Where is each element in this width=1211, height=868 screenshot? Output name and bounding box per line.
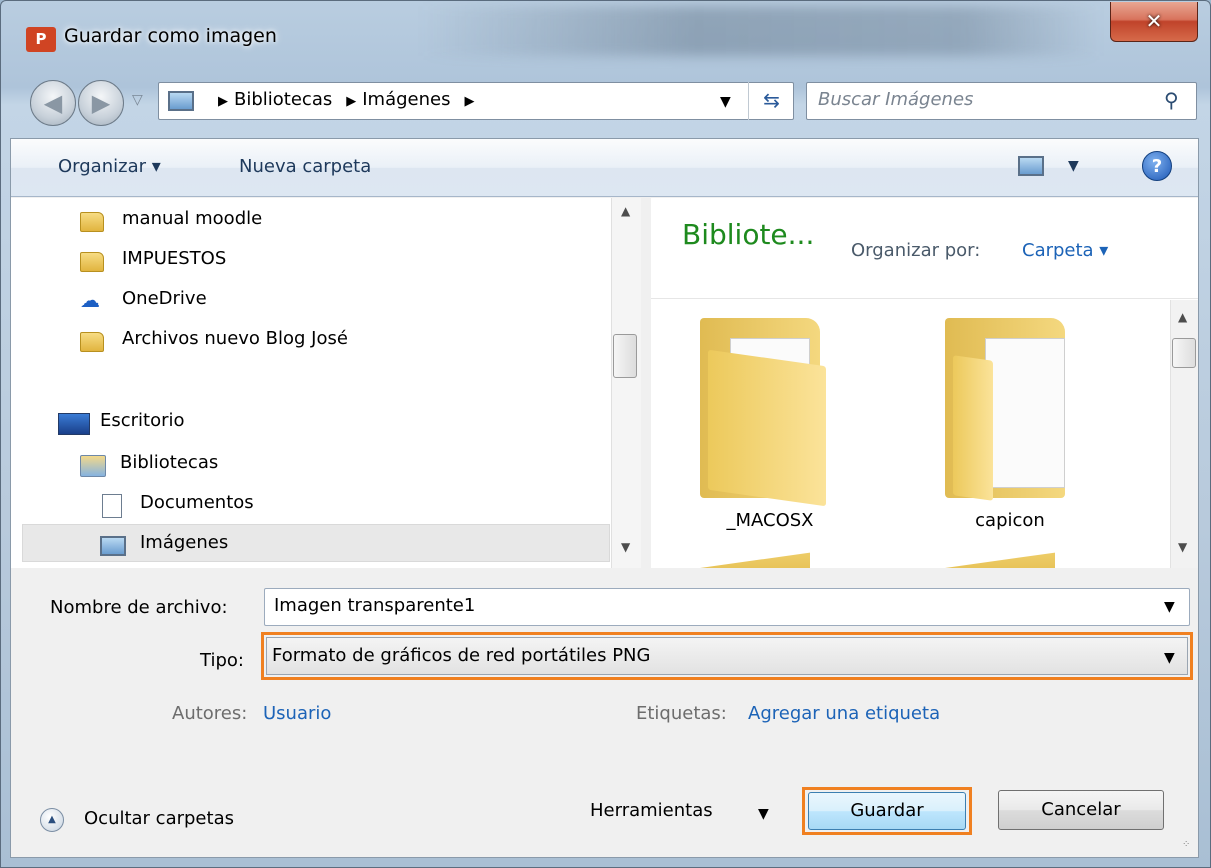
- refresh-button[interactable]: ⇆: [748, 82, 794, 120]
- folder-icon: [80, 332, 104, 352]
- save-button[interactable]: Guardar: [808, 792, 966, 830]
- powerpoint-app-icon: P: [26, 27, 56, 52]
- chevron-up-icon[interactable]: ▲: [40, 808, 64, 832]
- content-scroll-thumb[interactable]: [1172, 338, 1196, 368]
- library-title: Bibliote...: [682, 218, 815, 251]
- titlebar-background: [420, 6, 1100, 56]
- scroll-down-arrow-icon[interactable]: ▼: [1178, 540, 1187, 554]
- cancel-button[interactable]: Cancelar: [998, 790, 1164, 830]
- tree-item-label: OneDrive: [122, 288, 207, 309]
- arrange-by-label: Organizar por:: [851, 240, 981, 261]
- onedrive-icon: ☁: [80, 288, 100, 312]
- view-options-icon[interactable]: [1018, 156, 1044, 176]
- tree-item-label: IMPUESTOS: [122, 248, 227, 269]
- pictures-library-icon: [168, 91, 194, 111]
- view-dropdown-icon[interactable]: ▼: [1068, 158, 1079, 174]
- resize-grip-icon[interactable]: ⁘: [1182, 840, 1190, 850]
- tree-scrollbar[interactable]: [611, 198, 641, 568]
- new-folder-button[interactable]: Nueva carpeta: [239, 156, 371, 177]
- search-placeholder: Buscar Imágenes: [818, 89, 974, 110]
- window-title: Guardar como imagen: [64, 25, 277, 47]
- breadcrumb: ▶ Bibliotecas ▶ Imágenes ▶: [210, 89, 480, 110]
- close-button[interactable]: ✕: [1110, 2, 1198, 42]
- search-icon[interactable]: ⚲: [1164, 88, 1179, 112]
- desktop-icon: [58, 413, 90, 435]
- libraries-icon: [80, 455, 106, 477]
- folder-item-macosx[interactable]: [700, 318, 830, 507]
- tree-item-label: Escritorio: [100, 410, 185, 431]
- type-value: Formato de gráficos de red portátiles PN…: [272, 645, 651, 666]
- tree-item-label: Archivos nuevo Blog José: [122, 328, 348, 349]
- folder-paper-shape: [985, 338, 1065, 488]
- scroll-up-arrow-icon[interactable]: ▲: [621, 204, 630, 218]
- content-header-divider: [651, 298, 1198, 299]
- authors-link[interactable]: Usuario: [263, 703, 331, 724]
- folder-front-shape: [708, 349, 826, 507]
- breadcrumb-chevron-icon[interactable]: ▶: [464, 94, 474, 109]
- breadcrumb-chevron-icon[interactable]: ▶: [346, 94, 356, 109]
- add-tag-link[interactable]: Agregar una etiqueta: [748, 703, 940, 724]
- folder-item-capicon[interactable]: [945, 318, 1075, 501]
- recent-locations-dropdown[interactable]: ▽: [132, 92, 143, 108]
- breadcrumb-item-bibliotecas[interactable]: Bibliotecas: [234, 89, 332, 110]
- address-dropdown-icon[interactable]: ▼: [720, 94, 731, 110]
- authors-label: Autores:: [172, 703, 248, 724]
- tree-item-label: Bibliotecas: [120, 452, 219, 473]
- arrow-left-icon: ◀: [43, 89, 63, 117]
- type-dropdown-icon[interactable]: ▼: [1164, 650, 1175, 666]
- refresh-icon: ⇆: [763, 88, 780, 112]
- tree-scroll-thumb[interactable]: [613, 334, 637, 378]
- arrow-right-icon: ▶: [91, 89, 111, 117]
- pane-divider[interactable]: [641, 198, 651, 568]
- help-icon[interactable]: ?: [1142, 151, 1172, 181]
- tags-label: Etiquetas:: [636, 703, 727, 724]
- folder-icon: [80, 252, 104, 272]
- filename-value: Imagen transparente1: [274, 595, 476, 616]
- tree-item-label: manual moodle: [122, 208, 263, 229]
- document-icon: [102, 494, 122, 518]
- tools-dropdown-icon[interactable]: ▼: [758, 806, 769, 822]
- tools-button[interactable]: Herramientas: [590, 800, 713, 821]
- arrange-by-dropdown[interactable]: Carpeta ▾: [1022, 240, 1108, 261]
- filename-dropdown-icon[interactable]: ▼: [1164, 599, 1175, 615]
- tree-item-label: Imágenes: [140, 532, 229, 553]
- filename-label: Nombre de archivo:: [50, 597, 228, 618]
- organize-button[interactable]: Organizar ▾: [58, 156, 161, 177]
- type-label: Tipo:: [200, 650, 244, 671]
- folder-label-macosx[interactable]: _MACOSX: [700, 510, 840, 531]
- forward-button[interactable]: ▶: [78, 80, 124, 126]
- folder-label-capicon[interactable]: capicon: [945, 510, 1075, 531]
- folder-front-shape: [953, 355, 993, 501]
- folder-icon: [80, 212, 104, 232]
- breadcrumb-item-imagenes[interactable]: Imágenes: [362, 89, 450, 110]
- scroll-down-arrow-icon[interactable]: ▼: [621, 540, 630, 554]
- scroll-up-arrow-icon[interactable]: ▲: [1178, 310, 1187, 324]
- tree-item-label: Documentos: [140, 492, 254, 513]
- pictures-icon: [100, 536, 126, 556]
- back-button[interactable]: ◀: [30, 80, 76, 126]
- breadcrumb-chevron-icon[interactable]: ▶: [218, 94, 228, 109]
- hide-folders-button[interactable]: Ocultar carpetas: [84, 808, 234, 829]
